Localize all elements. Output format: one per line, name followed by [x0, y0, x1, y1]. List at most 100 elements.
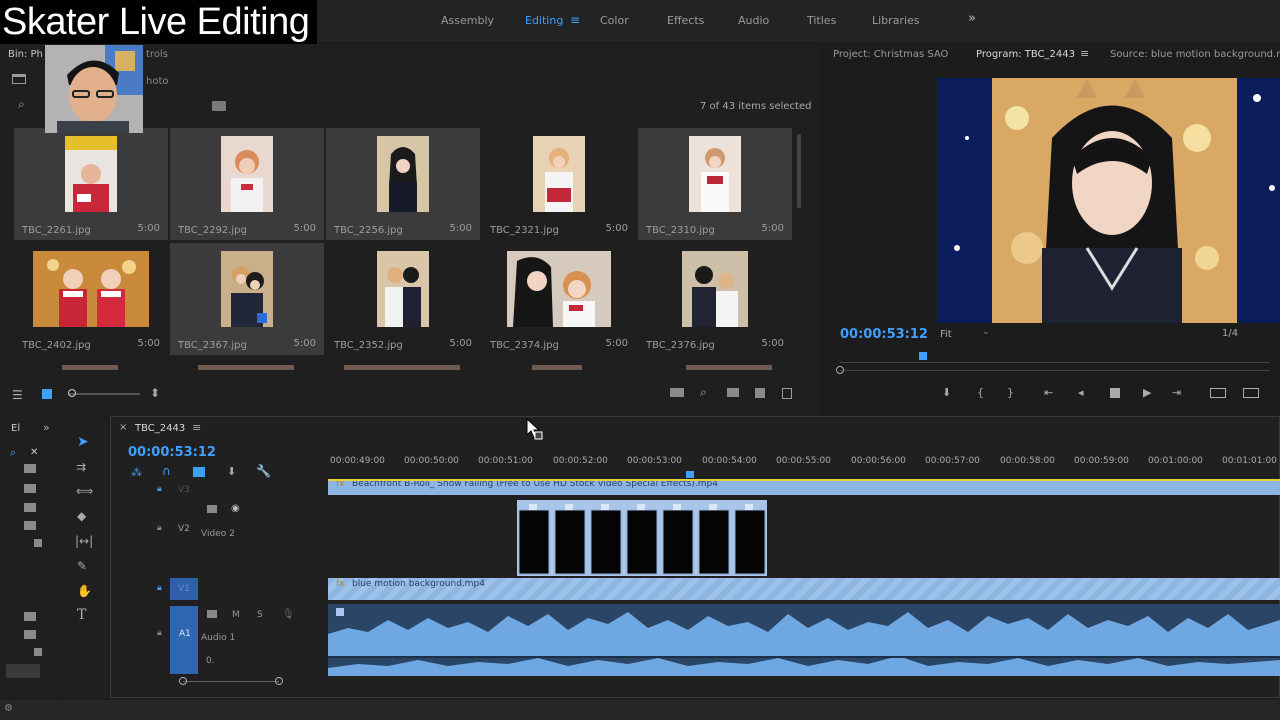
mark-in-icon[interactable]: { — [977, 386, 984, 399]
marker-icon[interactable]: ⬇ — [227, 465, 236, 478]
slip-tool-icon[interactable]: |↔| — [75, 534, 93, 548]
chevron-down-icon[interactable]: ⌄ — [982, 327, 990, 337]
mic-icon[interactable]: 🎙︎ — [282, 609, 295, 620]
eye-icon[interactable]: ◉ — [231, 503, 240, 514]
trash-icon[interactable] — [782, 388, 792, 399]
toggle-sync-lock-icon[interactable] — [207, 610, 217, 618]
add-marker-timeline-icon[interactable] — [193, 467, 205, 477]
workspace-menu-icon[interactable]: ≡ — [570, 13, 580, 27]
workspace-tab-libraries[interactable]: Libraries — [872, 14, 920, 27]
program-menu-icon[interactable]: ≡ — [1080, 47, 1089, 60]
bin-tab[interactable]: Bin: Ph — [8, 49, 43, 60]
track-a1-source-patch[interactable] — [170, 606, 198, 674]
automate-sequence-icon[interactable] — [670, 388, 684, 397]
timeline-playhead[interactable] — [686, 471, 694, 478]
project-tab[interactable]: Project: Christmas SAO — [833, 49, 948, 60]
bin-item[interactable]: TBC_2292.jpg 5:00 — [170, 128, 324, 240]
close-icon[interactable]: × — [119, 422, 127, 433]
sort-icon[interactable]: ⬍ — [150, 386, 160, 400]
lock-icon[interactable]: 🔒︎ — [157, 583, 162, 593]
toggle-sync-lock-icon[interactable] — [207, 505, 217, 513]
effects-tab-icon[interactable]: El — [11, 423, 20, 434]
program-playhead[interactable] — [919, 352, 927, 360]
play-icon[interactable]: ▶ — [1143, 386, 1151, 399]
bin-scrollbar[interactable] — [797, 134, 801, 208]
extract-icon[interactable] — [1243, 388, 1259, 398]
workspace-tab-editing[interactable]: Editing — [525, 14, 563, 27]
folder-icon[interactable] — [12, 74, 26, 84]
program-tab[interactable]: Program: TBC_2443 — [976, 49, 1075, 60]
snap-icon[interactable]: ⁂ — [131, 466, 142, 479]
clip-v3-snow[interactable]: fx Beachfront B-Roll_ Snow Falling (Free… — [328, 479, 1280, 495]
workspace-tab-assembly[interactable]: Assembly — [441, 14, 494, 27]
linked-selection-icon[interactable]: ∩ — [162, 464, 171, 478]
stop-icon[interactable] — [1110, 388, 1120, 398]
lock-icon[interactable]: 🔒︎ — [157, 628, 162, 638]
workspace-tab-audio[interactable]: Audio — [738, 14, 769, 27]
bin-item[interactable]: TBC_2352.jpg 5:00 — [326, 243, 480, 355]
lock-icon[interactable]: 🔒︎ — [157, 523, 162, 533]
clip-v1-background[interactable]: fx blue motion background.mp4 — [328, 578, 1280, 600]
lift-icon[interactable] — [1210, 388, 1226, 398]
new-item-icon[interactable] — [755, 388, 765, 398]
hand-tool-icon[interactable]: ✋ — [77, 584, 92, 598]
search-icon[interactable]: ⌕ — [10, 446, 16, 460]
clear-search-icon[interactable]: ✕ — [30, 447, 38, 458]
selection-tool-icon[interactable]: ➤ — [77, 434, 89, 450]
timeline-zoom-bar[interactable] — [183, 681, 279, 682]
clip-a1-audio[interactable] — [328, 604, 1280, 676]
zoom-bar-handle-right[interactable] — [275, 677, 283, 685]
zoom-slider[interactable] — [68, 393, 140, 395]
effects-item[interactable] — [6, 664, 40, 678]
go-to-in-icon[interactable]: ⇤ — [1044, 386, 1053, 399]
workspace-tab-titles[interactable]: Titles — [807, 14, 836, 27]
bin-item[interactable]: TBC_2321.jpg 5:00 — [482, 128, 636, 240]
step-back-icon[interactable]: ◂ — [1078, 386, 1084, 399]
bin-item[interactable]: TBC_2256.jpg 5:00 — [326, 128, 480, 240]
zoom-fit-select[interactable]: Fit — [940, 329, 952, 340]
playback-resolution-select[interactable]: 1/4 — [1222, 328, 1238, 339]
mute-button[interactable]: M — [232, 610, 240, 620]
program-timecode[interactable]: 00:00:53:12 — [840, 327, 928, 342]
type-tool-icon[interactable]: T — [77, 607, 86, 623]
workspace-tab-color[interactable]: Color — [600, 14, 629, 27]
add-marker-icon[interactable]: ⬇ — [942, 386, 951, 399]
bin-item[interactable]: TBC_2376.jpg 5:00 — [638, 243, 792, 355]
mark-out-icon[interactable]: } — [1007, 386, 1014, 399]
ripple-edit-tool-icon[interactable]: ⟺ — [76, 484, 93, 498]
sequence-tab[interactable]: TBC_2443 — [135, 423, 185, 434]
pen-tool-icon[interactable]: ✎ — [77, 559, 87, 573]
track-volume[interactable]: 0. — [206, 656, 215, 666]
find-icon[interactable]: ⌕ — [700, 385, 707, 400]
program-time-ruler[interactable] — [840, 352, 1270, 363]
new-bin-footer-icon[interactable] — [727, 388, 739, 397]
wrench-icon[interactable]: 🔧 — [256, 464, 271, 478]
track-select-tool-icon[interactable]: ⇉ — [76, 460, 86, 474]
scrubber-handle[interactable] — [836, 366, 844, 374]
bin-item[interactable]: TBC_2310.jpg 5:00 — [638, 128, 792, 240]
bin-item[interactable]: TBC_2374.jpg 5:00 — [482, 243, 636, 355]
list-view-icon[interactable]: ☰ — [12, 388, 23, 402]
thumbnail — [33, 251, 149, 327]
v2-clip-group[interactable] — [517, 500, 767, 576]
bin-item[interactable]: TBC_2261.jpg 5:00 — [14, 128, 168, 240]
program-scrubber[interactable] — [840, 370, 1270, 371]
go-to-out-icon[interactable]: ⇥ — [1172, 386, 1181, 399]
timeline-timecode[interactable]: 00:00:53:12 — [128, 445, 216, 460]
bin-item[interactable]: TBC_2367.jpg 5:00 — [170, 243, 324, 355]
new-bin-icon[interactable] — [212, 101, 226, 111]
lock-icon[interactable]: 🔒︎ — [157, 484, 162, 494]
workspace-tab-effects[interactable]: Effects — [667, 14, 704, 27]
source-tab[interactable]: Source: blue motion background.mp4 — [1110, 49, 1280, 60]
more-panels-icon[interactable]: » — [43, 421, 50, 434]
zoom-slider-handle[interactable] — [68, 389, 76, 397]
bin-item[interactable]: TBC_2402.jpg 5:00 — [14, 243, 168, 355]
sequence-menu-icon[interactable]: ≡ — [192, 421, 201, 434]
file-duration: 5:00 — [449, 223, 472, 234]
more-workspaces-icon[interactable]: » — [968, 11, 976, 26]
zoom-bar-handle-left[interactable] — [179, 677, 187, 685]
solo-button[interactable]: S — [257, 610, 263, 620]
search-icon[interactable]: ⌕ — [18, 97, 25, 112]
icon-view-icon[interactable] — [42, 389, 52, 399]
razor-tool-icon[interactable]: ◆ — [77, 509, 86, 523]
